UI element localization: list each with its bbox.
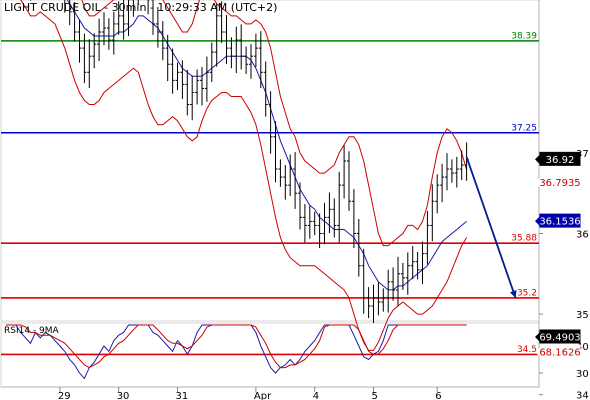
projection-arrow xyxy=(465,156,517,299)
level-label-4: 35.2 xyxy=(517,288,537,298)
price-bar xyxy=(410,245,415,280)
price-bar xyxy=(332,198,337,238)
value-tags: 36.92 36.7935 36.1536 69.4903 68.1626 xyxy=(535,151,581,359)
price-bar xyxy=(425,210,430,265)
level-label-5: 34.5 xyxy=(517,345,537,355)
projection-arrow-head xyxy=(509,290,517,298)
rsi-ma-line xyxy=(6,324,467,369)
price-bar xyxy=(376,282,381,316)
price-bar xyxy=(381,288,386,312)
level-label-1: 38.39 xyxy=(511,31,537,41)
time-tick-label-2: 31 xyxy=(176,391,189,400)
price-bar xyxy=(258,31,263,89)
price-bar xyxy=(234,26,239,74)
price-bar xyxy=(209,42,214,82)
chart-canvas: 39.0738.3937.2535.8835.234.5 3937363534 … xyxy=(0,0,589,400)
price-bar xyxy=(391,267,396,301)
price-bar xyxy=(405,252,410,295)
price-tick-label-2: 36 xyxy=(576,230,589,241)
price-bar xyxy=(440,163,445,203)
price-bar xyxy=(298,182,302,230)
price-bar xyxy=(322,202,327,245)
price-bar xyxy=(366,287,371,319)
projection-arrow-shaft xyxy=(465,156,517,299)
price-bar xyxy=(239,24,244,70)
price-bar xyxy=(87,39,92,89)
price-bar xyxy=(342,145,347,199)
price-bar xyxy=(430,184,435,242)
price-bar xyxy=(268,91,273,154)
price-bar xyxy=(386,269,391,313)
price-bar xyxy=(204,56,209,102)
price-bar xyxy=(420,241,425,285)
price-bar xyxy=(307,205,312,239)
price-bar xyxy=(459,150,464,180)
time-tick-label-4: 4 xyxy=(313,391,319,400)
time-tick-label-5: 5 xyxy=(372,391,378,400)
price-bar xyxy=(92,33,97,69)
price-levels: 39.0738.3937.2535.8835.234.5 xyxy=(1,31,539,356)
rsi-tick-label-1: 30 xyxy=(576,369,589,380)
time-tick-label-3: Apr xyxy=(254,391,272,400)
price-bar xyxy=(175,62,180,91)
price-bar xyxy=(361,248,366,314)
price-bar xyxy=(371,284,376,323)
last-price-tag-text: 36.92 xyxy=(546,155,575,166)
price-bar xyxy=(445,153,449,191)
time-tick-label-0: 29 xyxy=(58,391,71,400)
price-bar xyxy=(97,18,102,62)
price-bar xyxy=(200,67,204,106)
price-bar xyxy=(229,37,234,69)
last-price-tag-pointer xyxy=(535,154,540,165)
price-bar xyxy=(195,69,200,105)
price-bar xyxy=(283,164,288,200)
price-bar xyxy=(302,204,307,243)
time-axis-ticks: 29 30 31 Apr 4 5 6 xyxy=(58,387,442,400)
price-bar xyxy=(253,33,258,68)
level-label-2: 37.25 xyxy=(511,123,537,133)
price-bar xyxy=(190,75,195,121)
price-panel-frame xyxy=(0,0,540,322)
price-bar xyxy=(454,156,459,188)
price-bar xyxy=(111,11,116,55)
chart-title: LIGHT CRUDE OIL - 30min - 10:29:33 AM (U… xyxy=(4,1,278,14)
price-bar xyxy=(278,159,283,187)
price-tick-label-4: 34 xyxy=(576,391,589,400)
rsi-lines xyxy=(6,324,467,380)
price-bar xyxy=(312,211,317,236)
rsi-value-tag-text: 69.4903 xyxy=(539,333,580,344)
time-tick-label-6: 6 xyxy=(435,391,441,400)
price-tick-label-3: 35 xyxy=(576,310,589,321)
price-bar xyxy=(435,174,440,214)
price-bar xyxy=(347,151,351,211)
price-bar xyxy=(106,18,111,50)
rsi-ma-value-tag-text: 68.1626 xyxy=(539,348,580,359)
price-bar xyxy=(244,46,249,74)
price-bar xyxy=(449,159,454,183)
price-bars xyxy=(30,0,469,323)
rsi-title: RSI14 - 9MA xyxy=(4,326,59,336)
price-bar xyxy=(185,69,190,116)
price-bar xyxy=(337,171,342,243)
rsi-line xyxy=(6,324,467,380)
price-bar xyxy=(249,44,253,79)
time-tick-label-1: 30 xyxy=(117,391,130,400)
level-label-3: 35.88 xyxy=(511,234,537,244)
upper-band-tag-text: 36.7935 xyxy=(539,178,580,189)
moving-average-tag-text: 36.1536 xyxy=(539,217,580,228)
